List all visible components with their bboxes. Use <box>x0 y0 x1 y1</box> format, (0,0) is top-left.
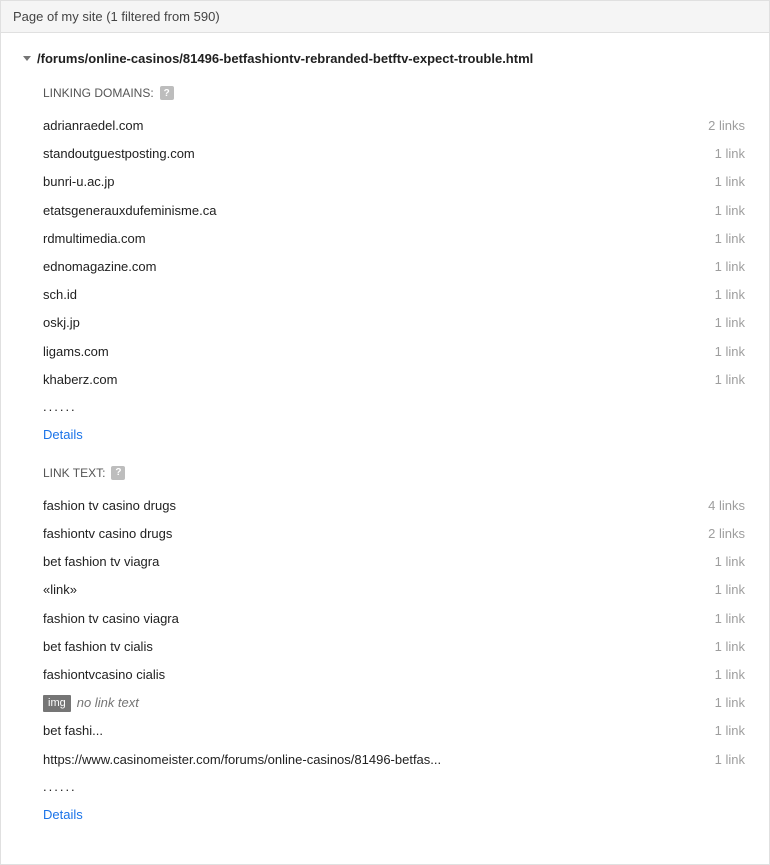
link-count: 2 links <box>708 525 745 543</box>
link-text-value: img no link text <box>43 694 139 712</box>
link-count: 1 link <box>715 258 745 276</box>
more-indicator: ...... <box>43 394 745 419</box>
domain-name: adrianraedel.com <box>43 117 143 135</box>
domain-name: oskj.jp <box>43 314 80 332</box>
domain-row[interactable]: adrianraedel.com 2 links <box>43 112 745 140</box>
link-text-value: fashiontvcasino cialis <box>43 666 165 684</box>
domain-name: ligams.com <box>43 343 109 361</box>
linktext-row[interactable]: «link» 1 link <box>43 576 745 604</box>
link-text-value: fashiontv casino drugs <box>43 525 172 543</box>
img-badge: img <box>43 695 71 712</box>
domain-row[interactable]: etatsgenerauxdufeminisme.ca 1 link <box>43 197 745 225</box>
domain-name: ednomagazine.com <box>43 258 156 276</box>
link-text-heading: LINK TEXT: ? <box>43 466 745 480</box>
link-count: 1 link <box>715 286 745 304</box>
details-link[interactable]: Details <box>43 419 745 444</box>
domain-row[interactable]: standoutguestposting.com 1 link <box>43 140 745 168</box>
caret-down-icon <box>23 56 31 61</box>
link-count: 1 link <box>715 638 745 656</box>
link-count: 1 link <box>715 581 745 599</box>
domain-name: khaberz.com <box>43 371 117 389</box>
linktext-row[interactable]: bet fashi... 1 link <box>43 717 745 745</box>
linking-domains-heading: LINKING DOMAINS: ? <box>43 86 745 100</box>
domain-row[interactable]: khaberz.com 1 link <box>43 366 745 394</box>
help-icon[interactable]: ? <box>111 466 125 480</box>
panel-header-cap <box>746 0 770 33</box>
domain-name: standoutguestposting.com <box>43 145 195 163</box>
domain-row[interactable]: ednomagazine.com 1 link <box>43 253 745 281</box>
linktext-row[interactable]: bet fashion tv cialis 1 link <box>43 633 745 661</box>
link-count: 1 link <box>715 371 745 389</box>
panel-title: Page of my site (1 filtered from 590) <box>13 9 220 24</box>
domain-row[interactable]: oskj.jp 1 link <box>43 309 745 337</box>
link-count: 1 link <box>715 722 745 740</box>
domain-row[interactable]: ligams.com 1 link <box>43 338 745 366</box>
domain-row[interactable]: sch.id 1 link <box>43 281 745 309</box>
link-count: 1 link <box>715 610 745 628</box>
link-count: 1 link <box>715 343 745 361</box>
page-url: /forums/online-casinos/81496-betfashiont… <box>37 51 533 66</box>
domain-name: rdmultimedia.com <box>43 230 146 248</box>
domain-name: etatsgenerauxdufeminisme.ca <box>43 202 216 220</box>
domain-name: sch.id <box>43 286 77 304</box>
linking-domains-section: LINKING DOMAINS: ? adrianraedel.com 2 li… <box>43 86 745 444</box>
link-text-value: bet fashi... <box>43 722 103 740</box>
link-text-value: bet fashion tv cialis <box>43 638 153 656</box>
domain-row[interactable]: bunri-u.ac.jp 1 link <box>43 168 745 196</box>
panel-header: Page of my site (1 filtered from 590) <box>0 0 746 33</box>
link-count: 1 link <box>715 314 745 332</box>
link-count: 4 links <box>708 497 745 515</box>
domain-row[interactable]: rdmultimedia.com 1 link <box>43 225 745 253</box>
heading-text: LINKING DOMAINS: <box>43 86 154 100</box>
linktext-row[interactable]: fashion tv casino viagra 1 link <box>43 605 745 633</box>
link-count: 1 link <box>715 666 745 684</box>
link-count: 1 link <box>715 694 745 712</box>
linktext-row[interactable]: img no link text 1 link <box>43 689 745 717</box>
link-count: 1 link <box>715 202 745 220</box>
link-text-value: fashion tv casino viagra <box>43 610 179 628</box>
link-text-value: https://www.casinomeister.com/forums/onl… <box>43 751 441 769</box>
page-url-row[interactable]: /forums/online-casinos/81496-betfashiont… <box>23 51 751 66</box>
panel-content: /forums/online-casinos/81496-betfashiont… <box>0 33 770 865</box>
link-count: 1 link <box>715 173 745 191</box>
link-text-value: bet fashion tv viagra <box>43 553 159 571</box>
no-link-text-label: no link text <box>77 694 139 712</box>
link-count: 1 link <box>715 145 745 163</box>
link-text-section: LINK TEXT: ? fashion tv casino drugs 4 l… <box>43 466 745 824</box>
link-count: 1 link <box>715 230 745 248</box>
domain-name: bunri-u.ac.jp <box>43 173 115 191</box>
linktext-row[interactable]: bet fashion tv viagra 1 link <box>43 548 745 576</box>
link-count: 1 link <box>715 751 745 769</box>
link-count: 2 links <box>708 117 745 135</box>
help-icon[interactable]: ? <box>160 86 174 100</box>
linktext-row[interactable]: fashiontv casino drugs 2 links <box>43 520 745 548</box>
heading-text: LINK TEXT: <box>43 466 105 480</box>
details-link[interactable]: Details <box>43 799 745 824</box>
link-count: 1 link <box>715 553 745 571</box>
linktext-row[interactable]: fashiontvcasino cialis 1 link <box>43 661 745 689</box>
more-indicator: ...... <box>43 774 745 799</box>
link-text-value: «link» <box>43 581 77 599</box>
link-text-value: fashion tv casino drugs <box>43 497 176 515</box>
linktext-row[interactable]: fashion tv casino drugs 4 links <box>43 492 745 520</box>
linktext-row[interactable]: https://www.casinomeister.com/forums/onl… <box>43 746 745 774</box>
